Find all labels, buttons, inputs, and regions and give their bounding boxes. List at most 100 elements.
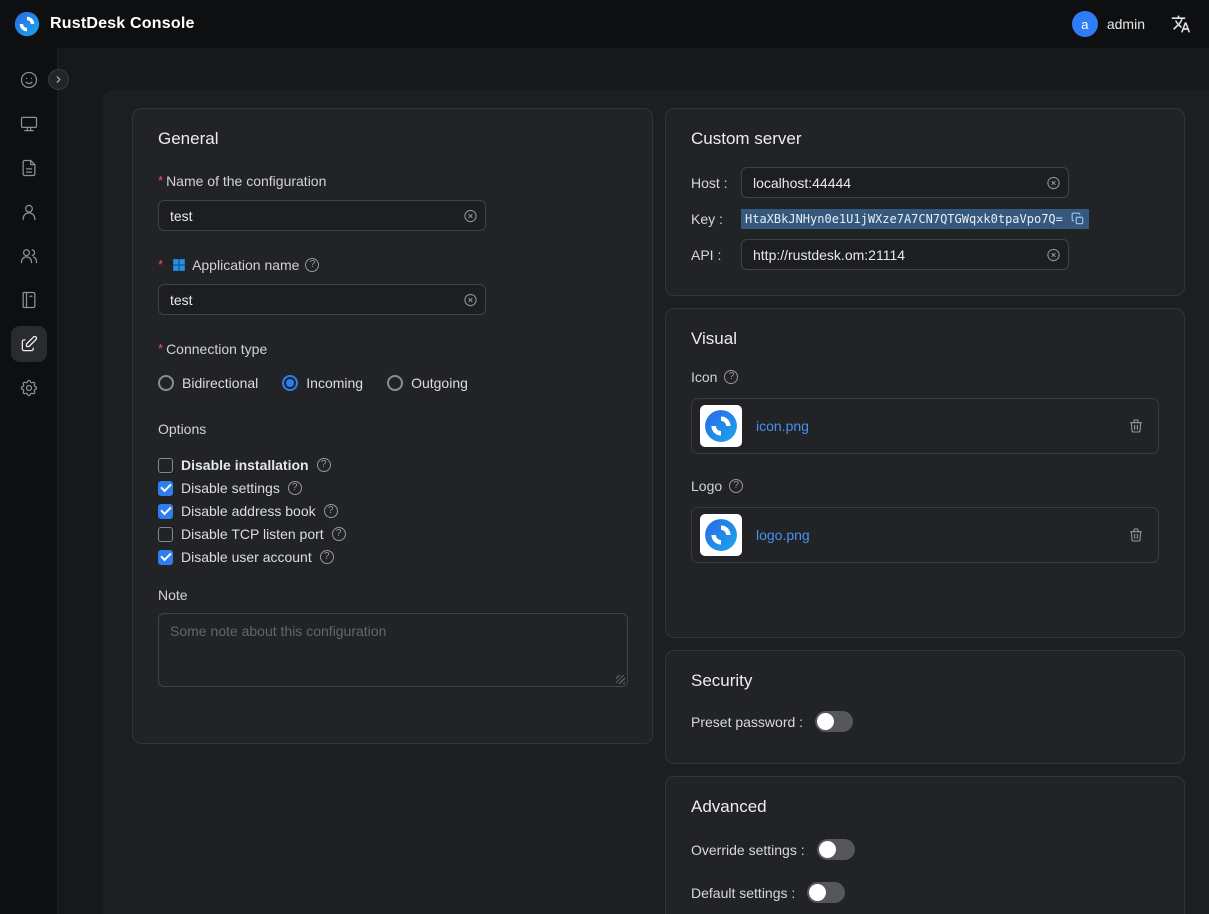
toggle-knob: [819, 841, 836, 858]
checkbox-disable-address-book[interactable]: Disable address book: [158, 503, 627, 519]
config-name-input[interactable]: [158, 200, 486, 231]
clear-app-name-icon[interactable]: [463, 292, 478, 307]
help-icon[interactable]: [729, 479, 743, 493]
checkbox-label: Disable TCP listen port: [181, 526, 324, 542]
checkbox-box: [158, 550, 173, 565]
clear-host-icon[interactable]: [1046, 175, 1061, 190]
copy-key-icon[interactable]: [1067, 209, 1089, 229]
sidebar-item-devices[interactable]: [11, 106, 47, 142]
advanced-title: Advanced: [691, 797, 1159, 817]
icon-file-link[interactable]: icon.png: [756, 418, 1114, 434]
connection-type-label: Connection type: [158, 341, 267, 357]
help-icon[interactable]: [305, 258, 319, 272]
checkbox-box: [158, 504, 173, 519]
checkbox-box: [158, 458, 173, 473]
mood-icon: [19, 70, 39, 90]
checkbox-disable-installation[interactable]: Disable installation: [158, 457, 627, 473]
radio-label: Bidirectional: [182, 375, 258, 391]
host-input[interactable]: [741, 167, 1069, 198]
sidebar-item-settings[interactable]: [11, 370, 47, 406]
checkbox-box: [158, 527, 173, 542]
radio-circle: [158, 375, 174, 391]
checkbox-disable-settings[interactable]: Disable settings: [158, 480, 627, 496]
content-panel: General Name of the configuration Applic…: [103, 90, 1209, 914]
radio-label: Incoming: [306, 375, 363, 391]
users-icon: [19, 246, 39, 266]
preset-password-toggle[interactable]: [815, 711, 853, 732]
sidebar: [0, 48, 58, 914]
note-textarea[interactable]: [158, 613, 628, 687]
sidebar-item-user[interactable]: [11, 194, 47, 230]
checkbox-disable-tcp-listen-port[interactable]: Disable TCP listen port: [158, 526, 627, 542]
checkbox-label: Disable settings: [181, 480, 280, 496]
app-name-input[interactable]: [158, 284, 486, 315]
key-label: Key :: [691, 211, 741, 227]
sidebar-item-audit-logs[interactable]: [11, 282, 47, 318]
user-name: admin: [1107, 16, 1145, 32]
avatar[interactable]: a: [1072, 11, 1098, 37]
server-key-value: HtaXBkJNHyn0e1U1jWXze7A7CN7QTGWqxk0tpaVp…: [741, 209, 1067, 229]
audit-log-icon: [19, 290, 39, 310]
logo-label: Logo: [691, 478, 722, 494]
checkbox-label: Disable user account: [181, 549, 312, 565]
delete-logo-file-icon[interactable]: [1128, 527, 1144, 543]
icon-thumbnail: [700, 405, 742, 447]
windows-icon: [172, 258, 186, 272]
toggle-knob: [809, 884, 826, 901]
radio-bidirectional[interactable]: Bidirectional: [158, 375, 258, 391]
radio-outgoing[interactable]: Outgoing: [387, 375, 468, 391]
devices-icon: [19, 114, 39, 134]
config-name-label: Name of the configuration: [158, 173, 326, 189]
delete-icon-file-icon[interactable]: [1128, 418, 1144, 434]
radio-incoming[interactable]: Incoming: [282, 375, 363, 391]
security-card: Security Preset password :: [665, 650, 1185, 764]
help-icon[interactable]: [332, 527, 346, 541]
logo-thumbnail: [700, 514, 742, 556]
general-title: General: [158, 129, 627, 149]
radio-circle: [387, 375, 403, 391]
checkbox-disable-user-account[interactable]: Disable user account: [158, 549, 627, 565]
checkbox-label: Disable installation: [181, 457, 309, 473]
sidebar-item-status[interactable]: [11, 62, 47, 98]
main-area: General Name of the configuration Applic…: [58, 48, 1209, 914]
note-label: Note: [158, 587, 627, 603]
override-settings-toggle[interactable]: [817, 839, 855, 860]
translate-icon[interactable]: [1171, 14, 1191, 34]
sidebar-item-documents[interactable]: [11, 150, 47, 186]
preset-password-label: Preset password :: [691, 714, 803, 730]
header-brand: RustDesk Console: [14, 11, 195, 37]
clear-name-icon[interactable]: [463, 208, 478, 223]
app-name-label: Application name: [192, 257, 299, 273]
settings-icon: [19, 378, 39, 398]
checkbox-box: [158, 481, 173, 496]
help-icon[interactable]: [320, 550, 334, 564]
user-icon: [19, 202, 39, 222]
help-icon[interactable]: [724, 370, 738, 384]
host-label: Host :: [691, 175, 741, 191]
checkbox-label: Disable address book: [181, 503, 316, 519]
visual-title: Visual: [691, 329, 1159, 349]
help-icon[interactable]: [317, 458, 331, 472]
header: RustDesk Console a admin: [0, 0, 1209, 48]
clear-api-icon[interactable]: [1046, 247, 1061, 262]
connection-type-group: Bidirectional Incoming Outgoing: [158, 375, 627, 391]
logo-file-box: logo.png: [691, 507, 1159, 563]
help-icon[interactable]: [324, 504, 338, 518]
api-input[interactable]: [741, 239, 1069, 270]
custom-server-card: Custom server Host : Key : H: [665, 108, 1185, 296]
options-label: Options: [158, 421, 627, 437]
app-title: RustDesk Console: [50, 15, 195, 33]
help-icon[interactable]: [288, 481, 302, 495]
logo-file-link[interactable]: logo.png: [756, 527, 1114, 543]
sidebar-expand-button[interactable]: [48, 69, 69, 90]
sidebar-item-configurations[interactable]: [11, 326, 47, 362]
sidebar-item-groups[interactable]: [11, 238, 47, 274]
default-settings-toggle[interactable]: [807, 882, 845, 903]
security-title: Security: [691, 671, 1159, 691]
toggle-knob: [817, 713, 834, 730]
default-settings-label: Default settings :: [691, 885, 795, 901]
custom-server-title: Custom server: [691, 129, 1159, 149]
documents-icon: [19, 158, 39, 178]
edit-icon: [19, 334, 39, 354]
user-menu[interactable]: a admin: [1072, 11, 1145, 37]
